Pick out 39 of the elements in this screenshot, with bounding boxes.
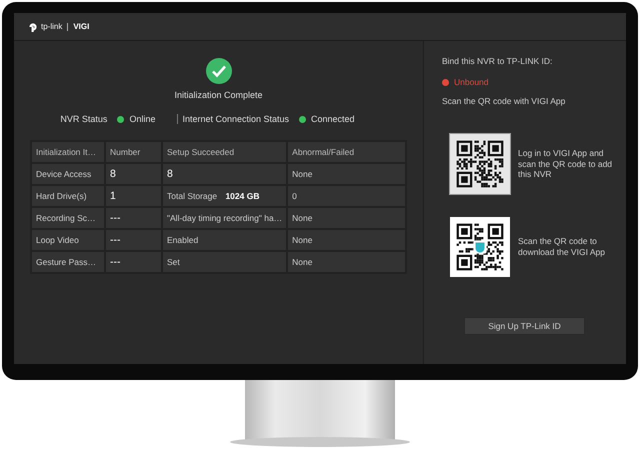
hint-text: Scan the QR code with VIGI App bbox=[442, 96, 566, 106]
table-cell: Hard Drive(s) bbox=[31, 185, 105, 207]
table-cell: None bbox=[287, 207, 406, 229]
status-label: NVR Status bbox=[60, 114, 108, 124]
check-icon bbox=[206, 58, 232, 84]
table-cell: --- bbox=[105, 207, 162, 229]
column-header: Abnormal/Failed bbox=[287, 141, 406, 163]
column-header: Setup Succeeded bbox=[162, 141, 288, 163]
logo-text: tp-link bbox=[41, 22, 62, 31]
table-cell: "All-day timing recording" ha… bbox=[162, 207, 288, 229]
status-value: Connected bbox=[311, 114, 355, 124]
bind-title: Bind this NVR to TP-LINK ID: bbox=[442, 56, 554, 66]
table-cell: None bbox=[287, 163, 406, 185]
table-cell: Recording Sc… bbox=[31, 207, 105, 229]
table-cell: --- bbox=[105, 229, 162, 251]
table-cell: --- bbox=[105, 251, 162, 273]
bind-status: Unbound bbox=[454, 77, 489, 87]
table-cell: 1 bbox=[105, 185, 162, 207]
table-cell: Device Access bbox=[31, 163, 105, 185]
column-header: Initialization It… bbox=[31, 141, 105, 163]
status-title: Initialization Complete bbox=[174, 90, 263, 100]
sign-up-button[interactable]: Sign Up TP-Link ID bbox=[464, 317, 585, 335]
table-cell: Set bbox=[162, 251, 288, 273]
column-header: Number bbox=[105, 141, 162, 163]
product-name: VIGI bbox=[73, 22, 90, 31]
status-label: Internet Connection Status bbox=[182, 114, 290, 124]
table-cell: Enabled bbox=[162, 229, 288, 251]
table-cell: Loop Video bbox=[31, 229, 105, 251]
logo-icon bbox=[28, 22, 38, 32]
table-cell: 0 bbox=[287, 185, 406, 207]
table-cell: 8 bbox=[162, 163, 288, 185]
qr-instruction: Scan the QR code to download the VIGI App bbox=[518, 236, 606, 258]
table-cell: None bbox=[287, 229, 406, 251]
qr-instruction: Log in to VIGI App and scan the QR code to add this NVR bbox=[518, 148, 614, 180]
status-value: Online bbox=[129, 114, 156, 124]
table-cell: None bbox=[287, 251, 406, 273]
table-cell: Total Storage 1024 GB bbox=[162, 185, 288, 207]
table-cell: Gesture Pass… bbox=[31, 251, 105, 273]
table-cell: 8 bbox=[105, 163, 162, 185]
